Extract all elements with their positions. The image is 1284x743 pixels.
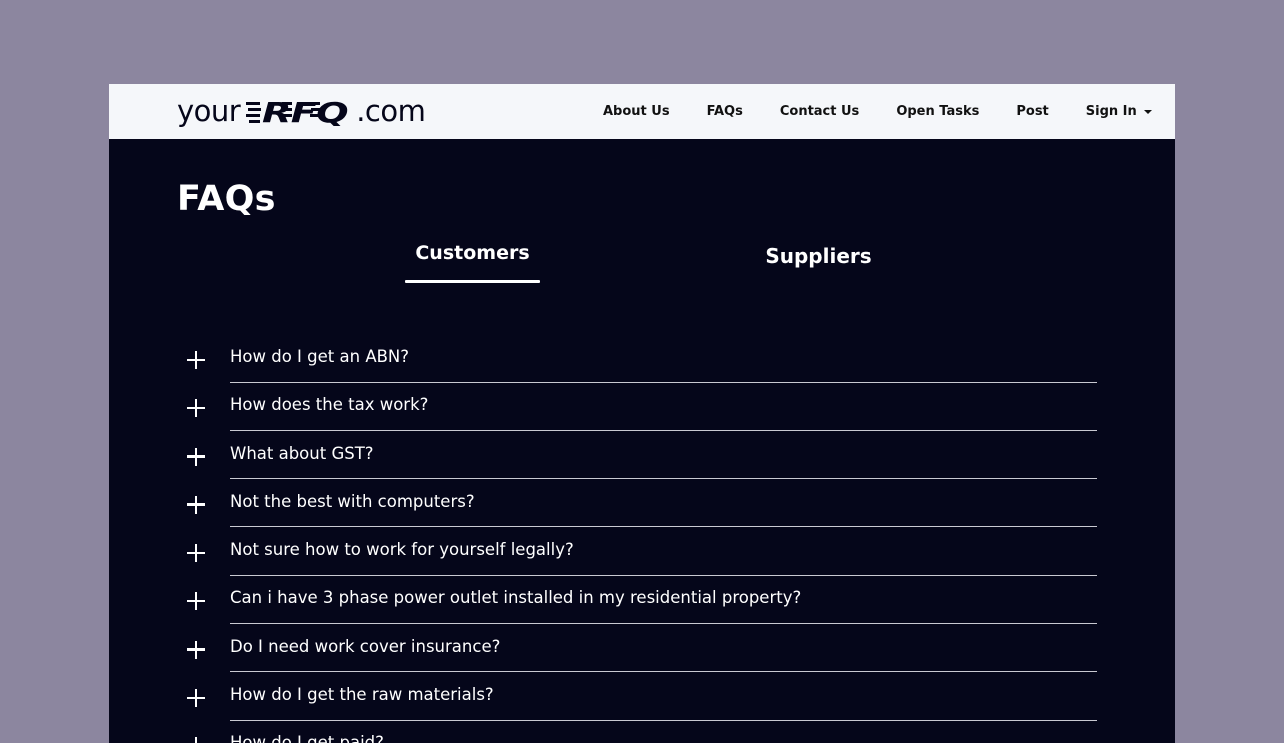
faq-question: Do I need work cover insurance? bbox=[230, 636, 501, 656]
caret-down-icon bbox=[1143, 109, 1152, 114]
faq-question: What about GST? bbox=[230, 443, 374, 463]
logo-mark: RFQ bbox=[246, 96, 352, 126]
faq-list: How do I get an ABN? How does the tax wo… bbox=[185, 334, 1097, 743]
faq-question: How do I get paid? bbox=[230, 733, 384, 743]
tab-suppliers[interactable]: Suppliers bbox=[761, 244, 876, 268]
tab-customers[interactable]: Customers bbox=[405, 242, 540, 283]
faq-question: How do I get the raw materials? bbox=[230, 685, 494, 705]
faq-question: How does the tax work? bbox=[230, 395, 429, 415]
faq-item[interactable]: Not sure how to work for yourself legall… bbox=[185, 527, 1097, 576]
active-tab-indicator bbox=[405, 280, 540, 283]
page-title: FAQs bbox=[177, 179, 276, 219]
tab-suppliers-label: Suppliers bbox=[765, 244, 872, 268]
faq-item[interactable]: How do I get paid? bbox=[185, 720, 1097, 743]
plus-icon[interactable] bbox=[187, 689, 205, 708]
tab-customers-label: Customers bbox=[415, 242, 530, 264]
logo-suffix: .com bbox=[356, 94, 426, 128]
faq-item[interactable]: Do I need work cover insurance? bbox=[185, 624, 1097, 673]
plus-icon[interactable] bbox=[187, 592, 205, 611]
faq-question: Not sure how to work for yourself legall… bbox=[230, 540, 574, 560]
nav-about-us[interactable]: About Us bbox=[603, 104, 670, 119]
plus-icon[interactable] bbox=[187, 544, 205, 563]
logo-mark-text: RFQ bbox=[262, 96, 348, 126]
faq-question: Not the best with computers? bbox=[230, 491, 475, 511]
logo-prefix: your bbox=[177, 94, 241, 128]
faq-question: How do I get an ABN? bbox=[230, 347, 410, 366]
plus-icon[interactable] bbox=[187, 737, 205, 743]
nav-sign-in-label: Sign In bbox=[1085, 104, 1137, 119]
nav-open-tasks[interactable]: Open Tasks bbox=[896, 104, 979, 119]
plus-icon[interactable] bbox=[187, 447, 205, 466]
faq-item[interactable]: How does the tax work? bbox=[185, 382, 1097, 431]
page-frame: your RFQ .com About Us FAQs Contact Us O… bbox=[109, 84, 1175, 743]
faq-item[interactable]: How do I get the raw materials? bbox=[185, 672, 1097, 721]
faq-item[interactable]: Not the best with computers? bbox=[185, 479, 1097, 528]
nav-faqs[interactable]: FAQs bbox=[707, 104, 743, 119]
main-nav: About Us FAQs Contact Us Open Tasks Post… bbox=[603, 84, 1152, 139]
plus-icon[interactable] bbox=[187, 399, 205, 418]
faq-item[interactable]: What about GST? bbox=[185, 431, 1097, 480]
plus-icon[interactable] bbox=[187, 640, 205, 659]
plus-icon[interactable] bbox=[187, 495, 205, 514]
faq-item[interactable]: How do I get an ABN? bbox=[185, 334, 1097, 383]
plus-icon[interactable] bbox=[187, 351, 205, 369]
nav-post[interactable]: Post bbox=[1016, 104, 1048, 119]
faq-item[interactable]: Can i have 3 phase power outlet installe… bbox=[185, 575, 1097, 624]
nav-sign-in-dropdown[interactable]: Sign In bbox=[1086, 104, 1152, 119]
nav-contact-us[interactable]: Contact Us bbox=[780, 104, 859, 119]
site-logo[interactable]: your RFQ .com bbox=[177, 92, 426, 130]
faq-question: Can i have 3 phase power outlet installe… bbox=[230, 588, 802, 608]
top-navbar: your RFQ .com About Us FAQs Contact Us O… bbox=[109, 84, 1175, 139]
